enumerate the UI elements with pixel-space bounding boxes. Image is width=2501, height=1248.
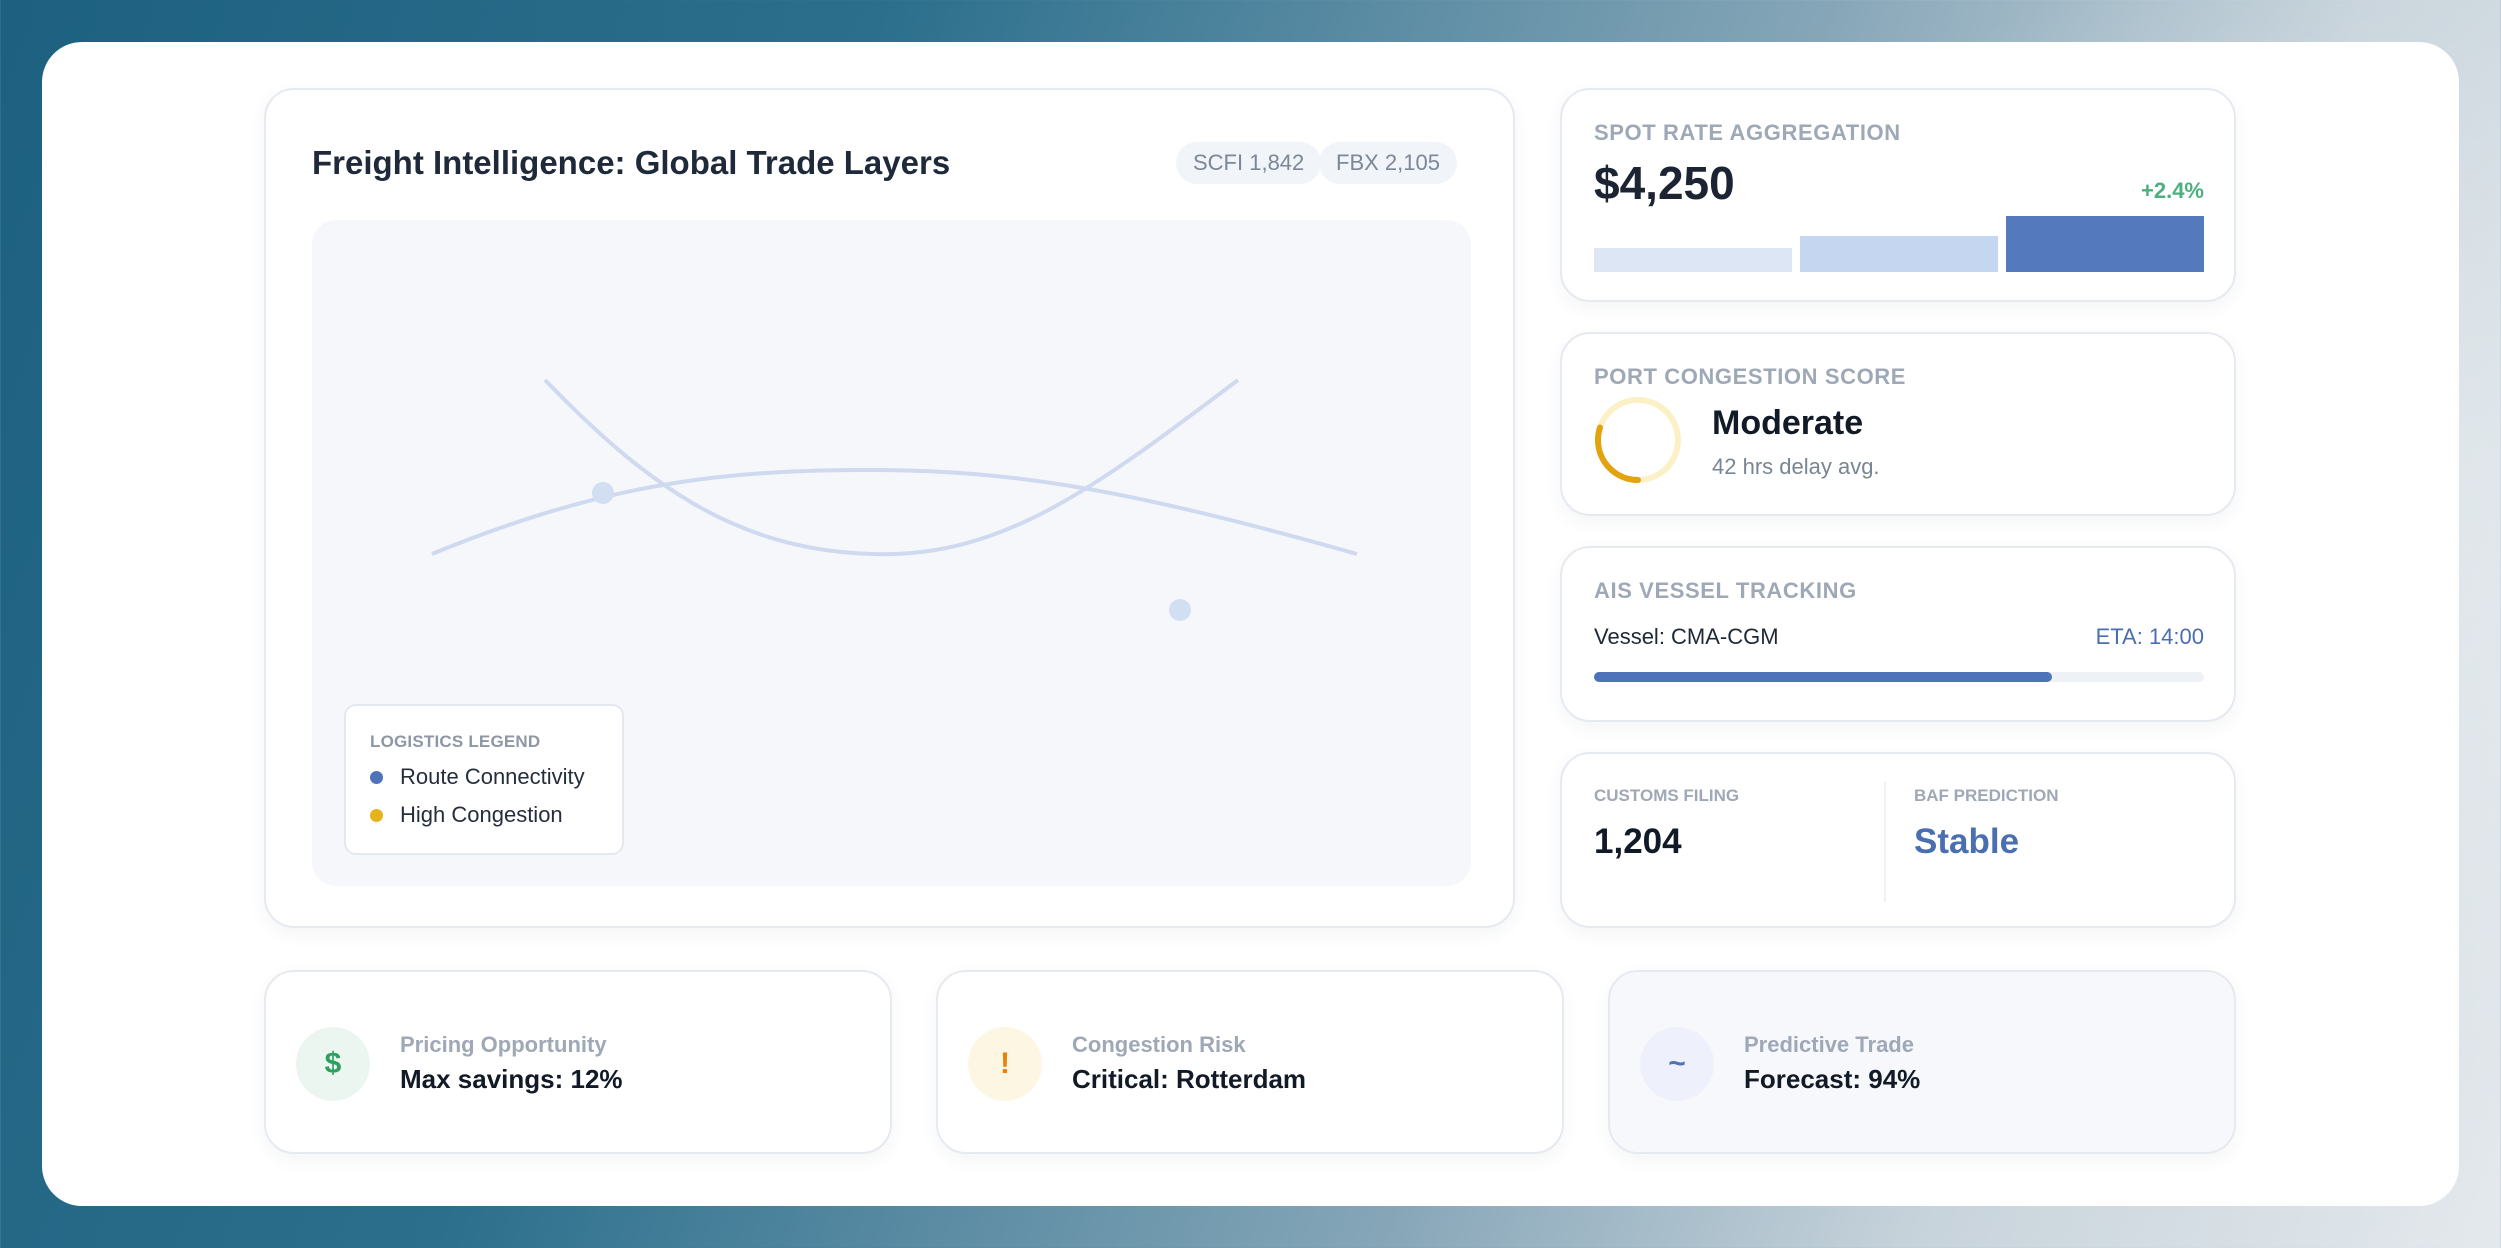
legend-label: High Congestion <box>400 802 563 827</box>
port-congestion-label: PORT CONGESTION SCORE <box>1594 364 1907 389</box>
route-line-valley <box>543 378 1240 557</box>
legend-label: Route Connectivity <box>400 764 585 789</box>
spot-rate-bar <box>1800 236 1998 272</box>
customs-value[interactable]: 1,204 <box>1594 822 1682 862</box>
legend-title: LOGISTICS LEGEND <box>370 732 541 751</box>
congestion-dot-icon <box>370 808 383 822</box>
baf-label: BAF PREDICTION <box>1914 786 2059 805</box>
insight-label: Pricing Opportunity <box>400 1032 607 1057</box>
spot-rate-bar <box>2006 216 2204 272</box>
baf-value[interactable]: Stable <box>1914 822 2019 862</box>
customs-baf-card: CUSTOMS FILING 1,204 BAF PREDICTION Stab… <box>1560 752 2236 928</box>
spot-rate-bars <box>1594 216 2204 272</box>
route-line-arch <box>431 467 1358 556</box>
congestion-detail: 42 hrs delay avg. <box>1712 454 1880 479</box>
predictive-trade-card[interactable]: ~ Predictive Trade Forecast: 94% <box>1608 970 2236 1154</box>
pricing-opportunity-card[interactable]: $ Pricing Opportunity Max savings: 12% <box>264 970 892 1154</box>
legend-item-route[interactable]: Route Connectivity <box>370 764 598 790</box>
port-node <box>1169 599 1191 621</box>
trade-layers-card: Freight Intelligence: Global Trade Layer… <box>264 88 1515 928</box>
legend-item-congestion[interactable]: High Congestion <box>370 802 598 828</box>
scfi-pill[interactable]: SCFI 1,842 <box>1176 142 1322 184</box>
fbx-pill[interactable]: FBX 2,105 <box>1319 142 1457 184</box>
route-dot-icon <box>370 770 383 784</box>
port-node <box>592 482 614 504</box>
vessel-eta: ETA: 14:00 <box>2095 624 2204 649</box>
insight-value: Forecast: 94% <box>1744 1064 1921 1094</box>
insight-label: Predictive Trade <box>1744 1032 1914 1057</box>
logistics-legend: LOGISTICS LEGEND Route Connectivity High… <box>344 704 624 855</box>
spot-rate-label: SPOT RATE AGGREGATION <box>1594 120 1901 145</box>
congestion-status: Moderate <box>1712 404 1864 442</box>
ais-label: AIS VESSEL TRACKING <box>1594 578 1857 603</box>
port-congestion-card[interactable]: PORT CONGESTION SCORE Moderate 42 hrs de… <box>1560 332 2236 516</box>
voyage-progress-fill <box>1594 672 2052 682</box>
trend-icon: ~ <box>1640 1027 1714 1101</box>
alert-icon: ! <box>968 1027 1042 1101</box>
customs-label: CUSTOMS FILING <box>1594 786 1740 805</box>
ais-tracking-card[interactable]: AIS VESSEL TRACKING Vessel: CMA-CGM ETA:… <box>1560 546 2236 722</box>
spot-rate-card[interactable]: SPOT RATE AGGREGATION $4,250 +2.4% <box>1560 88 2236 302</box>
insight-value: Critical: Rotterdam <box>1072 1064 1307 1094</box>
vessel-name: Vessel: CMA-CGM <box>1594 624 1779 649</box>
insight-value: Max savings: 12% <box>400 1064 623 1094</box>
spot-rate-change: +2.4% <box>2141 178 2204 203</box>
divider <box>1884 782 1886 902</box>
dashboard-frame: Freight Intelligence: Global Trade Layer… <box>42 42 2459 1206</box>
congestion-ring-icon <box>1595 397 1681 483</box>
trade-map[interactable]: LOGISTICS LEGEND Route Connectivity High… <box>312 220 1471 886</box>
voyage-progress-bar <box>1594 672 2204 682</box>
page-title: Freight Intelligence: Global Trade Layer… <box>312 144 951 181</box>
dollar-icon: $ <box>296 1027 370 1101</box>
insight-label: Congestion Risk <box>1072 1032 1246 1057</box>
congestion-risk-card[interactable]: ! Congestion Risk Critical: Rotterdam <box>936 970 1564 1154</box>
spot-rate-bar <box>1594 248 1792 272</box>
spot-rate-value: $4,250 <box>1594 157 1735 209</box>
